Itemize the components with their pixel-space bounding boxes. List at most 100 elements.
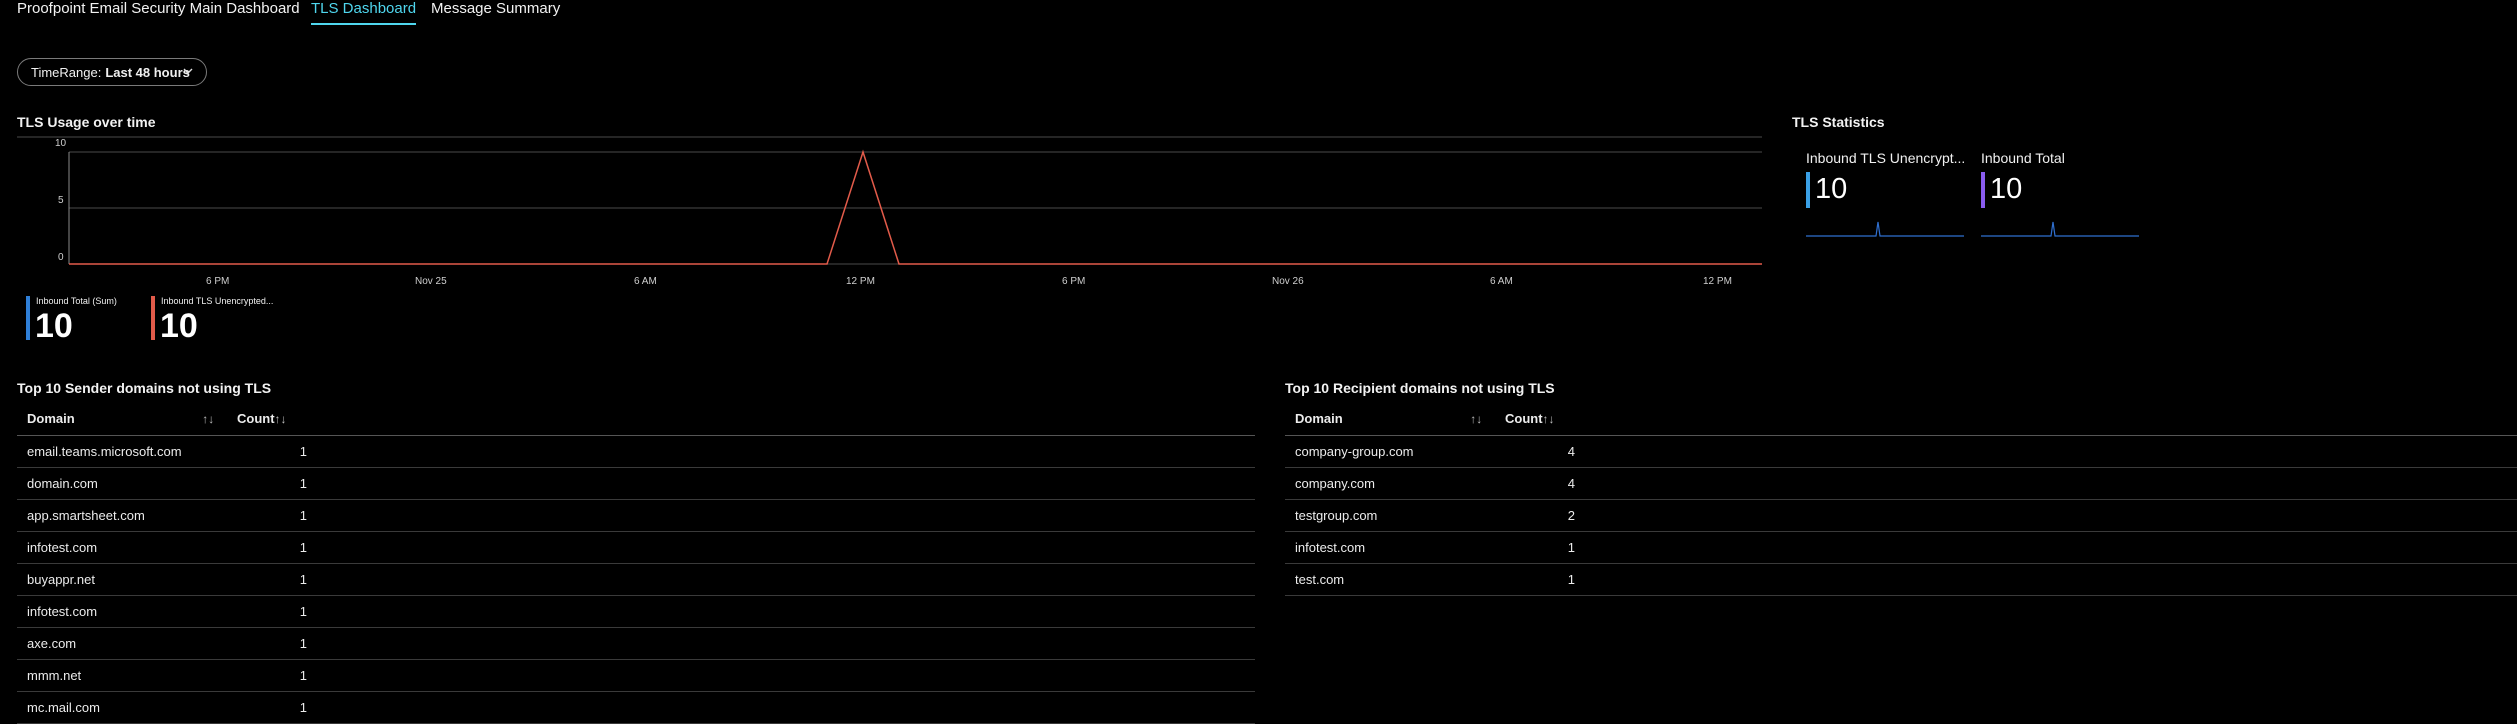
- domain-cell: infotest.com: [17, 595, 227, 628]
- spacer-cell: [1575, 563, 2517, 596]
- column-header-count[interactable]: Count↑↓: [227, 402, 307, 436]
- active-tab-indicator: [311, 23, 417, 25]
- domain-cell: app.smartsheet.com: [17, 499, 227, 532]
- count-cell: 1: [227, 659, 307, 692]
- spacer-cell: [307, 563, 1255, 596]
- sender-rows: email.teams.microsoft.com 1 domain.com 1 app…: [17, 435, 1255, 724]
- spacer-cell: [1575, 435, 2517, 468]
- count-cell: 4: [1495, 467, 1575, 500]
- domain-cell: domain.com: [17, 467, 227, 500]
- x-tick-label: 12 PM: [846, 276, 875, 287]
- stat-card-sparkline: [1981, 221, 2139, 237]
- tile-color-bar: [26, 296, 30, 340]
- sender-domains-table: Domain ↑↓ Count↑↓ email.teams.microsoft.…: [17, 402, 1255, 724]
- domain-cell: company-group.com: [1285, 435, 1495, 468]
- stat-card-value: 10: [1815, 173, 1848, 205]
- stat-card-label: Inbound TLS Unencrypt...: [1806, 150, 1966, 166]
- count-cell: 1: [227, 531, 307, 564]
- stat-card-value: 10: [1990, 173, 2023, 205]
- table-row[interactable]: domain.com 1: [17, 467, 1255, 500]
- stat-card-inbound-tls-unencrypted: Inbound TLS Unencrypt... 10: [1806, 150, 1966, 240]
- domain-cell: infotest.com: [1285, 531, 1495, 564]
- stat-card-color-bar: [1981, 172, 1985, 208]
- table-row[interactable]: email.teams.microsoft.com 1: [17, 435, 1255, 468]
- x-tick-label: 6 PM: [1062, 276, 1086, 287]
- time-range-dropdown[interactable]: TimeRange: Last 48 hours: [17, 58, 207, 86]
- table-row[interactable]: mc.mail.com 1: [17, 691, 1255, 724]
- column-header-label: Count: [1505, 411, 1543, 426]
- column-header-spacer: [1575, 402, 2517, 436]
- chevron-down-icon: [183, 68, 193, 74]
- tls-usage-title: TLS Usage over time: [17, 114, 156, 130]
- spacer-cell: [307, 531, 1255, 564]
- tile-value: 10: [35, 307, 73, 345]
- count-cell: 1: [227, 467, 307, 500]
- tab-tls-dashboard[interactable]: TLS Dashboard: [311, 0, 417, 25]
- count-cell: 4: [1495, 435, 1575, 468]
- count-cell: 1: [227, 595, 307, 628]
- domain-cell: email.teams.microsoft.com: [17, 435, 227, 468]
- table-row[interactable]: company-group.com 4: [1285, 435, 2517, 468]
- table-row[interactable]: buyappr.net 1: [17, 563, 1255, 596]
- column-header-count[interactable]: Count↑↓: [1495, 402, 1575, 436]
- tab-main-dashboard[interactable]: Proofpoint Email Security Main Dashboard: [17, 0, 300, 17]
- tile-value: 10: [160, 307, 198, 345]
- count-cell: 1: [227, 563, 307, 596]
- spacer-cell: [1575, 467, 2517, 500]
- tile-label: Inbound Total (Sum): [36, 296, 117, 306]
- domain-cell: axe.com: [17, 627, 227, 660]
- x-tick-label: Nov 26: [1272, 276, 1304, 287]
- x-tick-label: 12 PM: [1703, 276, 1732, 287]
- stat-card-color-bar: [1806, 172, 1810, 208]
- sender-domains-title: Top 10 Sender domains not using TLS: [17, 380, 272, 396]
- spacer-cell: [307, 499, 1255, 532]
- tile-inbound-total-sum: Inbound Total (Sum) 10: [26, 294, 146, 344]
- domain-cell: mmm.net: [17, 659, 227, 692]
- time-range-value: Last 48 hours: [105, 64, 190, 80]
- table-row[interactable]: company.com 4: [1285, 467, 2517, 500]
- sort-icon[interactable]: ↑↓: [275, 412, 287, 426]
- recipient-domains-table: Domain ↑↓ Count↑↓ company-group.com 4 comp…: [1285, 402, 2517, 596]
- domain-cell: buyappr.net: [17, 563, 227, 596]
- spacer-cell: [307, 595, 1255, 628]
- tls-usage-chart: [17, 136, 1762, 265]
- spacer-cell: [307, 691, 1255, 724]
- spacer-cell: [307, 659, 1255, 692]
- sort-icon[interactable]: ↑↓: [1470, 412, 1482, 426]
- table-row[interactable]: infotest.com 1: [17, 531, 1255, 564]
- stat-card-label: Inbound Total: [1981, 150, 2065, 166]
- count-cell: 1: [227, 627, 307, 660]
- table-row[interactable]: infotest.com 1: [17, 595, 1255, 628]
- column-header-domain[interactable]: Domain ↑↓: [17, 402, 227, 436]
- table-row[interactable]: infotest.com 1: [1285, 531, 2517, 564]
- x-tick-label: 6 AM: [1490, 276, 1513, 287]
- domain-cell: testgroup.com: [1285, 499, 1495, 532]
- x-tick-label: Nov 25: [415, 276, 447, 287]
- spacer-cell: [307, 627, 1255, 660]
- stat-card-inbound-total: Inbound Total 10: [1981, 150, 2141, 240]
- sort-icon[interactable]: ↑↓: [1543, 412, 1555, 426]
- spacer-cell: [307, 467, 1255, 500]
- table-row[interactable]: testgroup.com 2: [1285, 499, 2517, 532]
- x-tick-label: 6 AM: [634, 276, 657, 287]
- sort-icon[interactable]: ↑↓: [202, 412, 214, 426]
- spacer-cell: [307, 435, 1255, 468]
- domain-cell: company.com: [1285, 467, 1495, 500]
- spacer-cell: [1575, 499, 2517, 532]
- column-header-domain[interactable]: Domain ↑↓: [1285, 402, 1495, 436]
- time-range-label: TimeRange:: [31, 64, 102, 80]
- domain-cell: test.com: [1285, 563, 1495, 596]
- table-row[interactable]: test.com 1: [1285, 563, 2517, 596]
- table-row[interactable]: mmm.net 1: [17, 659, 1255, 692]
- recipient-rows: company-group.com 4 company.com 4 testgroup.…: [1285, 435, 2517, 596]
- count-cell: 1: [1495, 531, 1575, 564]
- table-row[interactable]: axe.com 1: [17, 627, 1255, 660]
- count-cell: 1: [227, 499, 307, 532]
- domain-cell: mc.mail.com: [17, 691, 227, 724]
- table-row[interactable]: app.smartsheet.com 1: [17, 499, 1255, 532]
- stat-card-sparkline: [1806, 221, 1964, 237]
- recipient-domains-title: Top 10 Recipient domains not using TLS: [1285, 380, 1555, 396]
- tab-message-summary[interactable]: Message Summary: [431, 0, 560, 17]
- spacer-cell: [1575, 531, 2517, 564]
- tile-inbound-tls-unencrypted: Inbound TLS Unencrypted... 10: [151, 294, 291, 344]
